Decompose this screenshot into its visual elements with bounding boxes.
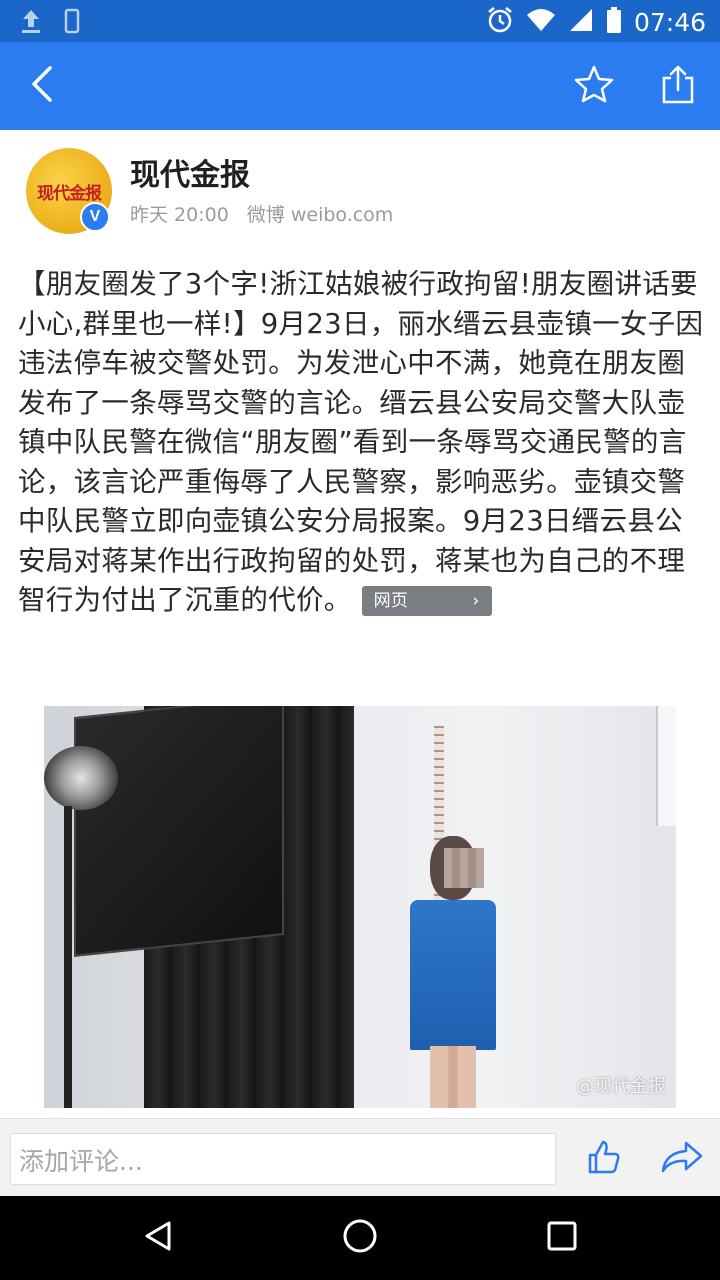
photo-poster	[656, 706, 676, 826]
status-right: 07:46	[486, 6, 706, 38]
chevron-right-icon: ›	[472, 591, 480, 611]
battery-icon	[606, 6, 622, 38]
app-bar	[0, 42, 720, 130]
avatar-logo-text: 现代金报	[37, 183, 102, 204]
like-button[interactable]	[584, 1139, 624, 1179]
forward-button[interactable]	[658, 1139, 706, 1179]
web-link-button[interactable]: 网页 ›	[361, 586, 492, 616]
status-left	[20, 8, 80, 38]
comment-bar: 添加评论...	[0, 1118, 720, 1196]
author-meta: 昨天 20:00 微博 weibo.com	[130, 200, 393, 227]
photo-person-vest	[410, 900, 496, 1050]
status-time: 07:46	[633, 7, 706, 37]
back-icon	[28, 64, 56, 108]
forward-icon	[660, 1140, 704, 1178]
system-nav-bar	[0, 1196, 720, 1280]
share-button[interactable]	[654, 62, 702, 110]
alarm-icon	[486, 6, 514, 38]
photo-lamp	[44, 746, 118, 810]
article-body: 【朋友圈发了3个字!浙江姑娘被行政拘留!朋友圈讲话要小心,群里也一样!】9月23…	[18, 265, 704, 621]
status-bar: 07:46	[0, 0, 720, 42]
photo-stand	[64, 806, 72, 1108]
article-text: 【朋友圈发了3个字!浙江姑娘被行政拘留!朋友圈讲话要小心,群里也一样!】9月23…	[18, 268, 704, 616]
star-icon	[574, 64, 614, 108]
back-button[interactable]	[18, 62, 66, 110]
photo-mosaic	[444, 848, 484, 888]
nav-home-icon	[342, 1218, 378, 1258]
nav-back-icon	[141, 1219, 175, 1257]
comment-input[interactable]: 添加评论...	[10, 1133, 556, 1185]
nav-back-button[interactable]	[136, 1216, 180, 1260]
signal-icon	[568, 7, 594, 37]
wifi-icon	[526, 7, 556, 37]
photo-person-legs	[430, 1046, 476, 1108]
photo-watermark: @现代金报	[576, 1076, 666, 1097]
nav-home-button[interactable]	[338, 1216, 382, 1260]
photo-softbox	[74, 706, 284, 958]
photo-person	[404, 836, 504, 1108]
post-time: 昨天 20:00	[130, 204, 229, 226]
like-icon	[586, 1139, 622, 1179]
share-icon	[661, 64, 695, 108]
author-name[interactable]: 现代金报	[130, 150, 250, 194]
verified-badge-icon: V	[80, 202, 110, 232]
phone-icon	[64, 8, 80, 38]
post-image[interactable]: @现代金报	[44, 706, 676, 1108]
post-source: 微博 weibo.com	[246, 204, 394, 226]
photo-person-head	[430, 836, 484, 900]
web-link-label: 网页	[373, 591, 409, 611]
nav-recent-button[interactable]	[540, 1216, 584, 1260]
favorite-button[interactable]	[570, 62, 618, 110]
author-header: 现代金报 V 现代金报 昨天 20:00 微博 weibo.com	[0, 130, 720, 240]
nav-recent-icon	[546, 1220, 578, 1256]
upload-icon	[20, 8, 42, 38]
